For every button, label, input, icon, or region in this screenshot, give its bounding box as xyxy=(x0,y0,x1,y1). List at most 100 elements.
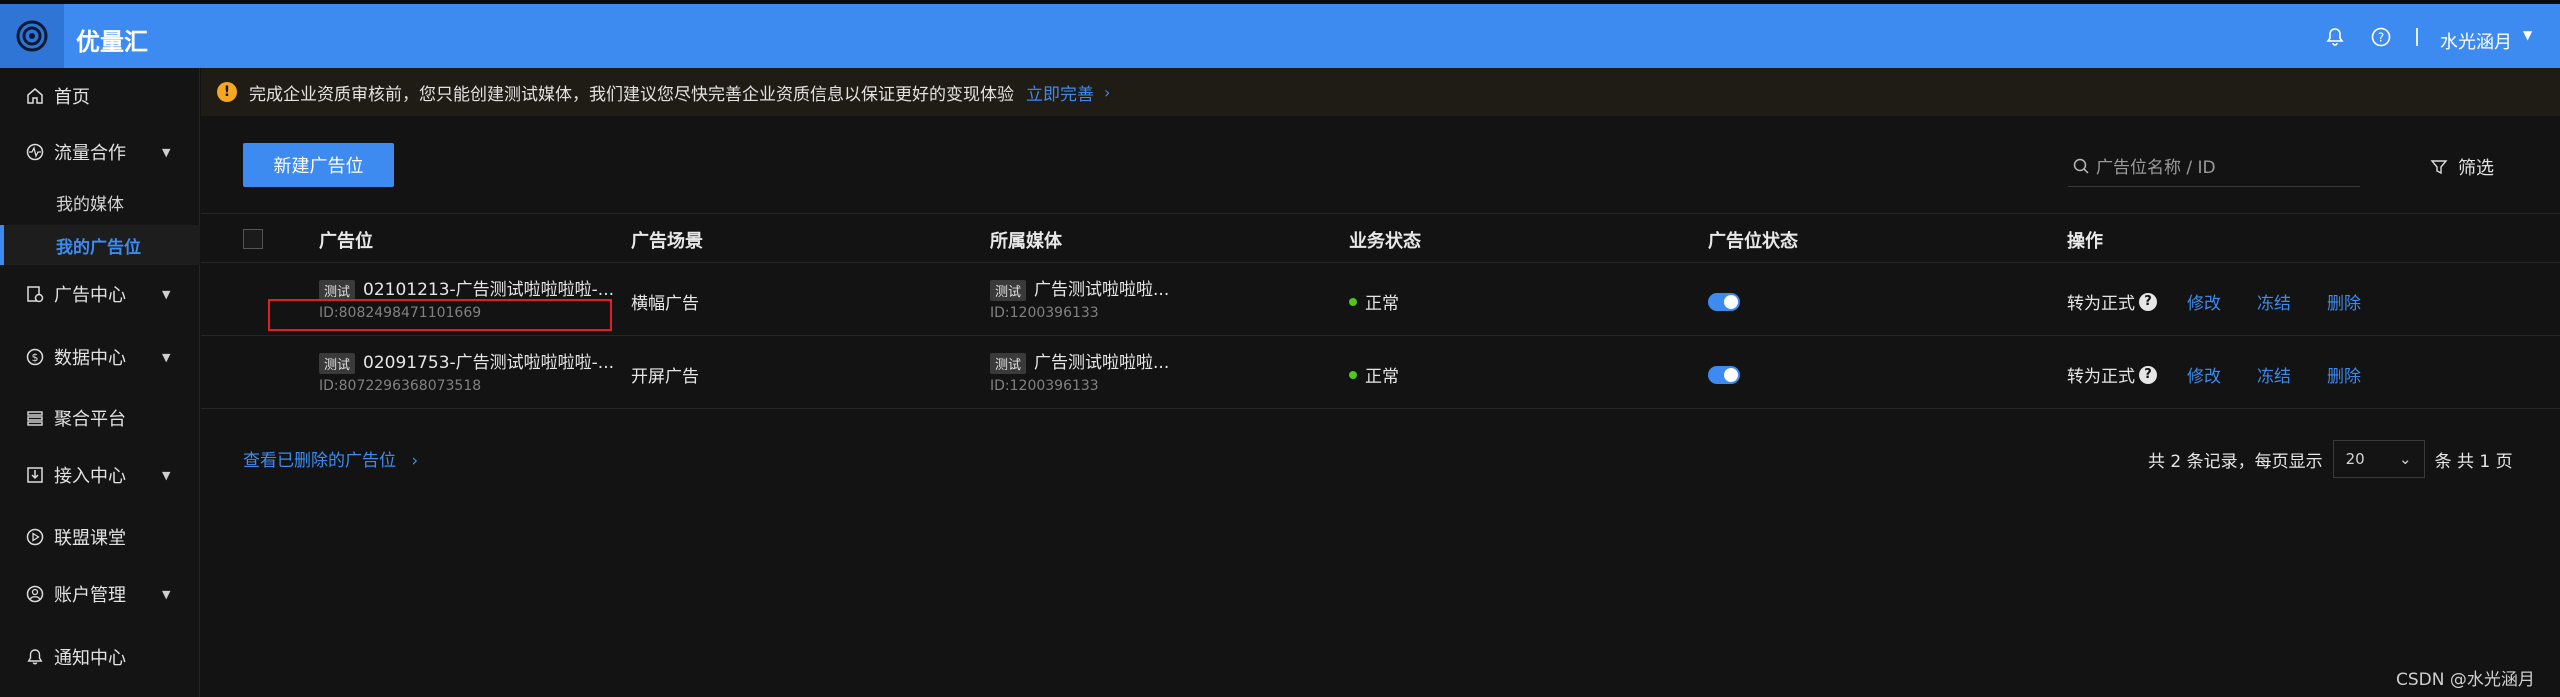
page-size-value: 20 xyxy=(2345,450,2365,468)
highlight-annotation-box xyxy=(268,299,612,331)
table-header: 广告位 广告场景 所属媒体 业务状态 广告位状态 操作 xyxy=(201,213,2560,263)
sidebar-item-label: 接入中心 xyxy=(54,466,126,487)
sidebar-item-data-center[interactable]: $ 数据中心 ▼ xyxy=(0,337,200,377)
complete-now-link[interactable]: 立即完善 xyxy=(1026,80,1094,105)
page-count: 条 共 1 页 xyxy=(2434,451,2513,472)
ad-slot-toggle[interactable] xyxy=(1708,293,1740,311)
ad-slot-id: ID:8072296368073518 xyxy=(319,378,482,394)
edit-link[interactable]: 修改 xyxy=(2187,289,2221,314)
freeze-link[interactable]: 冻结 xyxy=(2257,362,2291,387)
ad-slot-toggle[interactable] xyxy=(1708,366,1740,384)
view-deleted-text: 查看已删除的广告位 xyxy=(243,451,396,471)
svg-text:?: ? xyxy=(2378,31,2384,45)
user-menu[interactable]: 水光涵月 xyxy=(2440,28,2512,54)
search-icon xyxy=(2070,155,2092,177)
column-header: 所属媒体 xyxy=(990,231,1062,252)
select-all-checkbox[interactable] xyxy=(243,229,263,249)
watermark: CSDN @水光涵月 xyxy=(2396,670,2535,690)
caret-down-icon: ▼ xyxy=(162,145,171,159)
sidebar-subitem-my-media[interactable]: 我的媒体 xyxy=(0,182,200,222)
ad-slot-name-text: 02101213-广告测试啦啦啦啦-... xyxy=(363,280,615,300)
divider xyxy=(2416,28,2418,46)
logo-icon xyxy=(16,20,48,52)
status-text: 正常 xyxy=(1365,294,1399,314)
sidebar-item-home[interactable]: 首页 xyxy=(0,76,200,116)
sidebar-item-account[interactable]: 账户管理 ▼ xyxy=(0,574,200,614)
media-name-text: 广告测试啦啦啦... xyxy=(1034,280,1170,300)
top-bar: 优量汇 ? 水光涵月 ▼ xyxy=(0,0,2560,68)
media-name: 测试 广告测试啦啦啦... xyxy=(990,348,1169,374)
sidebar-item-notifications[interactable]: 通知中心 xyxy=(0,637,200,677)
traffic-icon xyxy=(24,141,46,163)
media-name-text: 广告测试啦啦啦... xyxy=(1034,353,1170,373)
sidebar-subitem-my-ad-slots[interactable]: 我的广告位 xyxy=(0,225,200,265)
column-header: 广告位 xyxy=(319,231,373,252)
sidebar-item-classroom[interactable]: 联盟课堂 xyxy=(0,517,200,557)
sidebar-item-label: 首页 xyxy=(54,87,90,108)
aggregate-icon xyxy=(24,407,46,429)
notice-text: 完成企业资质审核前，您只能创建测试媒体，我们建议您尽快完善企业资质信息以保证更好… xyxy=(249,84,1014,105)
data-icon: $ xyxy=(24,346,46,368)
sidebar-item-access[interactable]: 接入中心 ▼ xyxy=(0,455,200,495)
status-text: 正常 xyxy=(1365,367,1399,387)
media-id: ID:1200396133 xyxy=(990,305,1099,321)
delete-link[interactable]: 删除 xyxy=(2327,289,2361,314)
notice-banner: ! 完成企业资质审核前，您只能创建测试媒体，我们建议您尽快完善企业资质信息以保证… xyxy=(201,68,2560,116)
column-header: 广告位状态 xyxy=(1708,231,1798,252)
media-name: 测试 广告测试啦啦啦... xyxy=(990,275,1169,301)
new-ad-slot-button[interactable]: 新建广告位 xyxy=(243,143,394,187)
page-size-select[interactable]: 20 ⌄ xyxy=(2332,440,2425,478)
caret-down-icon: ▼ xyxy=(162,468,171,482)
help-icon[interactable]: ? xyxy=(2370,26,2392,48)
ad-slot-name[interactable]: 测试 02091753-广告测试啦啦啦啦-... xyxy=(319,348,614,374)
bell-icon[interactable] xyxy=(2324,26,2346,48)
convert-to-formal-button[interactable]: 转为正式 xyxy=(2067,362,2135,387)
ad-center-icon xyxy=(24,283,46,305)
svg-text:$: $ xyxy=(32,351,39,364)
sidebar-item-ad-center[interactable]: 广告中心 ▼ xyxy=(0,274,200,314)
logo[interactable] xyxy=(0,4,64,68)
row-actions: 转为正式 ? 修改 冻结 删除 xyxy=(2067,289,2397,314)
sidebar-item-label: 数据中心 xyxy=(54,348,126,369)
sidebar-item-traffic[interactable]: 流量合作 ▼ xyxy=(0,132,200,172)
freeze-link[interactable]: 冻结 xyxy=(2257,289,2291,314)
sidebar-item-aggregate[interactable]: 聚合平台 xyxy=(0,398,200,438)
total-records: 共 2 条记录，每页显示 xyxy=(2148,451,2323,472)
caret-down-icon[interactable]: ▼ xyxy=(2523,28,2532,42)
sidebar-item-label: 广告中心 xyxy=(54,285,126,306)
edit-link[interactable]: 修改 xyxy=(2187,362,2221,387)
help-icon[interactable]: ? xyxy=(2139,292,2157,311)
sidebar-item-label: 流量合作 xyxy=(54,143,126,164)
status-dot-icon xyxy=(1349,297,1357,306)
column-header: 业务状态 xyxy=(1349,231,1421,252)
caret-down-icon: ▼ xyxy=(162,350,171,364)
pagination: 共 2 条记录，每页显示 20 ⌄ 条 共 1 页 xyxy=(2148,440,2513,478)
home-icon xyxy=(24,85,46,107)
delete-link[interactable]: 删除 xyxy=(2327,362,2361,387)
media-id: ID:1200396133 xyxy=(990,378,1099,394)
access-icon xyxy=(24,464,46,486)
search-input[interactable]: 广告位名称 / ID xyxy=(2068,145,2360,187)
business-status: 正常 xyxy=(1349,289,1399,314)
ad-scene: 横幅广告 xyxy=(631,294,699,314)
sidebar-item-label: 联盟课堂 xyxy=(54,528,126,549)
table-row: 测试 02091753-广告测试啦啦啦啦-... ID:8072296368073… xyxy=(201,336,2560,409)
sidebar-item-label: 账户管理 xyxy=(54,585,126,606)
account-icon xyxy=(24,583,46,605)
warning-icon: ! xyxy=(217,82,237,102)
row-actions: 转为正式 ? 修改 冻结 删除 xyxy=(2067,362,2397,387)
sidebar-item-label: 聚合平台 xyxy=(54,409,126,430)
sidebar-item-label: 通知中心 xyxy=(54,648,126,669)
column-header: 广告场景 xyxy=(631,231,703,252)
test-tag: 测试 xyxy=(990,279,1027,301)
help-icon[interactable]: ? xyxy=(2139,365,2157,384)
bell-icon xyxy=(24,646,46,668)
filter-button[interactable]: 筛选 xyxy=(2428,154,2494,180)
convert-to-formal-button[interactable]: 转为正式 xyxy=(2067,289,2135,314)
filter-label: 筛选 xyxy=(2458,158,2494,179)
chevron-right-icon[interactable]: › xyxy=(1104,83,1110,102)
view-deleted-link[interactable]: 查看已删除的广告位 › xyxy=(243,446,418,471)
ad-slot-name[interactable]: 测试 02101213-广告测试啦啦啦啦-... xyxy=(319,275,614,301)
toggle-knob xyxy=(1724,368,1738,382)
play-icon xyxy=(24,526,46,548)
